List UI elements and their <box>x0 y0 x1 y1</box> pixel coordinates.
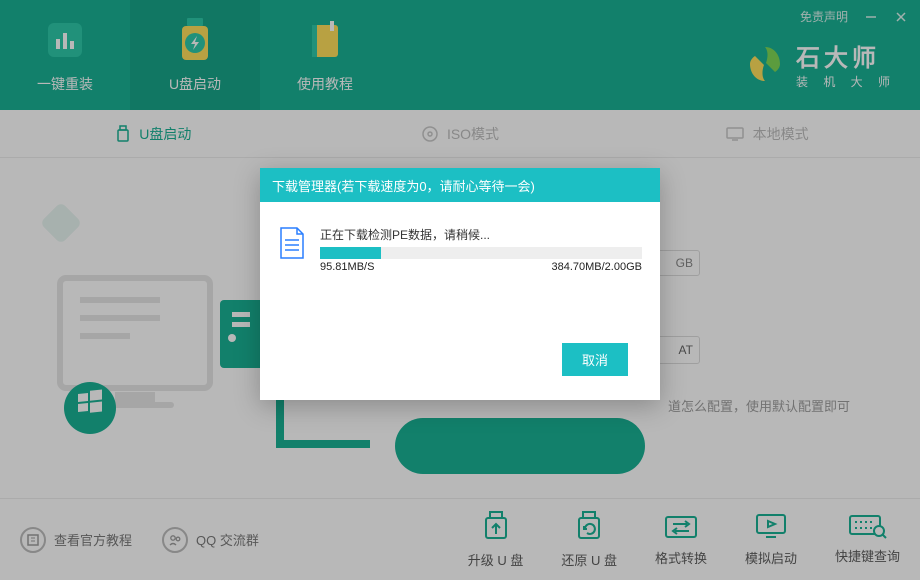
file-icon <box>278 226 308 273</box>
cancel-button[interactable]: 取消 <box>562 343 628 376</box>
progress-bar <box>320 247 642 259</box>
modal-overlay: 下载管理器(若下载速度为0，请耐心等待一会) 正在下载检测PE数据，请稍候...… <box>0 0 920 580</box>
download-progress-text: 384.70MB/2.00GB <box>551 261 642 273</box>
progress-fill <box>320 247 381 259</box>
download-modal: 下载管理器(若下载速度为0，请耐心等待一会) 正在下载检测PE数据，请稍候...… <box>260 168 660 400</box>
modal-title: 下载管理器(若下载速度为0，请耐心等待一会) <box>260 168 660 202</box>
download-speed: 95.81MB/S <box>320 261 374 273</box>
download-status: 正在下载检测PE数据，请稍候... <box>320 226 642 243</box>
